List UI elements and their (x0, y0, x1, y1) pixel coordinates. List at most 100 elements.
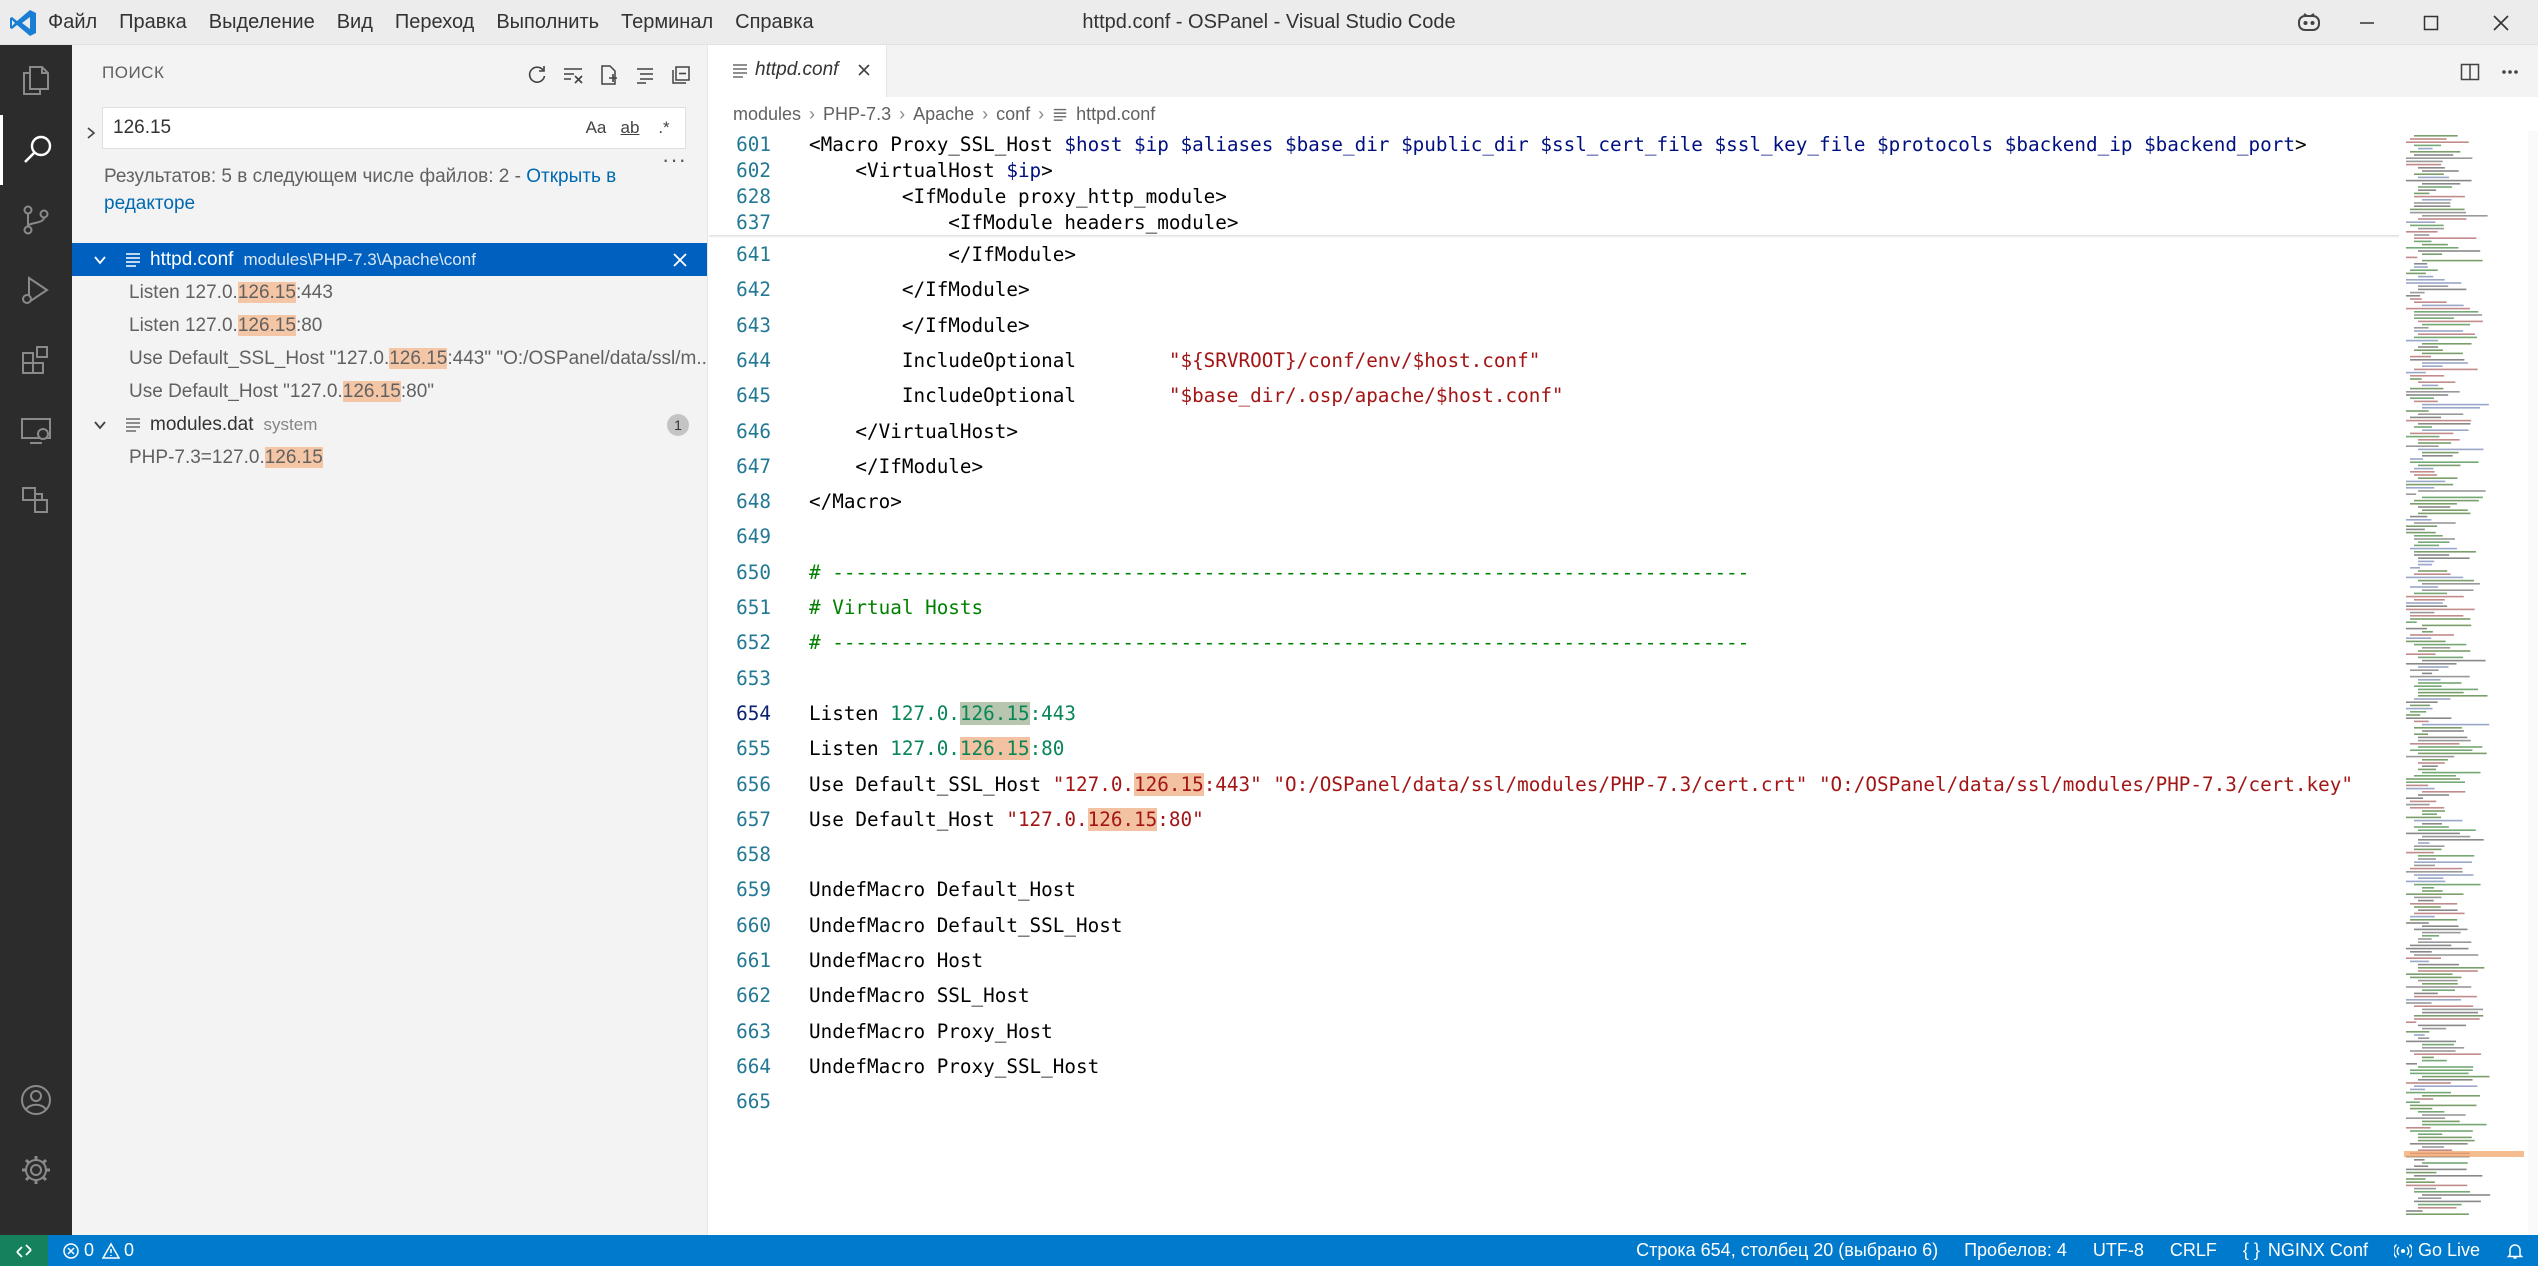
code-line[interactable]: Use Default_Host "127.0.126.15:80" (809, 806, 1204, 834)
clear-results-icon[interactable] (555, 57, 591, 93)
language-mode[interactable]: { } NGINX Conf (2243, 1240, 2368, 1261)
code-line[interactable]: # --------------------------------------… (809, 559, 1749, 587)
indentation[interactable]: Пробелов: 4 (1964, 1240, 2067, 1261)
menu-file[interactable]: Файл (48, 11, 97, 34)
result-file-httpd-conf[interactable]: httpd.conf modules\PHP-7.3\Apache\conf (72, 243, 707, 276)
notifications-bell-icon[interactable] (2506, 1242, 2524, 1260)
breadcrumb-item[interactable]: PHP-7.3 (823, 104, 891, 125)
close-window-button[interactable] (2470, 0, 2532, 45)
tab-httpd-conf[interactable]: httpd.conf (709, 45, 887, 97)
code-line[interactable]: # Virtual Hosts (809, 594, 983, 622)
code-line[interactable]: UndefMacro Proxy_SSL_Host (809, 1053, 1099, 1081)
minimap-line (2422, 659, 2486, 662)
use-regex-toggle[interactable]: .* (647, 112, 681, 144)
minimap-line (2414, 234, 2430, 236)
minimap-line (2414, 311, 2479, 313)
menu-selection[interactable]: Выделение (209, 11, 315, 34)
run-debug-icon[interactable] (0, 255, 72, 325)
code-line[interactable]: Listen 127.0.126.15:443 (809, 700, 1076, 728)
code-line[interactable]: Use Default_SSL_Host "127.0.126.15:443" … (809, 771, 2353, 799)
breadcrumb-item[interactable]: modules (733, 104, 801, 125)
explorer-icon[interactable] (0, 45, 72, 115)
split-editor-icon[interactable] (2450, 55, 2490, 89)
code-line[interactable]: UndefMacro Default_SSL_Host (809, 912, 1122, 940)
vscode-logo-icon[interactable] (8, 8, 38, 38)
code-line[interactable]: </IfModule> (809, 276, 1030, 304)
extensions-icon[interactable] (0, 325, 72, 395)
ports-icon[interactable] (0, 465, 72, 535)
menu-go[interactable]: Переход (395, 11, 474, 34)
result-file-modules-dat[interactable]: modules.dat system 1 (72, 408, 707, 441)
menu-view[interactable]: Вид (337, 11, 373, 34)
source-control-icon[interactable] (0, 185, 72, 255)
menu-terminal[interactable]: Терминал (621, 11, 713, 34)
refresh-icon[interactable] (519, 57, 555, 93)
minimap[interactable] (2404, 131, 2524, 1235)
remote-explorer-icon[interactable] (0, 395, 72, 465)
result-match-5[interactable]: PHP-7.3=127.0.126.15 (72, 441, 707, 474)
code-line[interactable]: Listen 127.0.126.15:80 (809, 735, 1064, 763)
code-line[interactable]: </VirtualHost> (809, 418, 1018, 446)
minimap-line (2414, 237, 2477, 239)
sticky-code-line[interactable]: <IfModule proxy_http_module> (809, 183, 1227, 211)
search-icon[interactable] (0, 115, 72, 185)
sticky-code-line[interactable]: <VirtualHost $ip> (809, 157, 1052, 185)
code-line[interactable]: </Macro> (809, 488, 902, 516)
code-line[interactable]: </IfModule> (809, 312, 1030, 340)
minimap-line (2410, 269, 2438, 271)
new-search-editor-icon[interactable] (591, 57, 627, 93)
result-match-2[interactable]: Listen 127.0.126.15:80 (72, 309, 707, 342)
minimize-button[interactable] (2336, 0, 2398, 45)
problems-indicator[interactable]: 0 0 (62, 1235, 134, 1266)
code-line[interactable]: # --------------------------------------… (809, 629, 1749, 657)
cursor-position[interactable]: Строка 654, столбец 20 (выбрано 6) (1636, 1240, 1938, 1261)
breadcrumb-item[interactable]: Apache (913, 104, 974, 125)
code-line[interactable]: UndefMacro Default_Host (809, 876, 1076, 904)
code-line[interactable]: IncludeOptional "$base_dir/.osp/apache/$… (809, 382, 1564, 410)
sticky-code-line[interactable]: <Macro Proxy_SSL_Host $host $ip $aliases… (809, 131, 2307, 159)
minimap-line (2414, 861, 2472, 863)
breadcrumb-item[interactable]: conf (996, 104, 1030, 125)
code-line[interactable]: IncludeOptional "${SRVROOT}/conf/env/$ho… (809, 347, 1540, 375)
account-icon[interactable] (0, 1065, 72, 1135)
manage-gear-icon[interactable] (0, 1135, 72, 1205)
more-actions-icon[interactable] (2490, 55, 2530, 89)
match-case-toggle[interactable]: Aa (579, 112, 613, 144)
code-line[interactable]: UndefMacro Host (809, 947, 983, 975)
breadcrumb-item[interactable]: httpd.conf (1076, 104, 1155, 125)
menu-help[interactable]: Справка (735, 11, 813, 34)
sticky-code-line[interactable]: <IfModule headers_module> (809, 209, 1238, 237)
chevron-down-icon[interactable] (88, 408, 112, 441)
remote-indicator-icon[interactable] (0, 1235, 48, 1266)
maximize-button[interactable] (2400, 0, 2462, 45)
encoding[interactable]: UTF-8 (2093, 1240, 2144, 1261)
code-line[interactable]: UndefMacro Proxy_Host (809, 1018, 1053, 1046)
copilot-icon[interactable] (2296, 10, 2322, 36)
search-input[interactable] (111, 108, 551, 148)
result-match-1[interactable]: Listen 127.0.126.15:443 (72, 276, 707, 309)
code-editor[interactable]: 601 <Macro Proxy_SSL_Host $host $ip $alia… (709, 131, 2538, 1235)
code-line[interactable]: </IfModule> (809, 241, 1076, 269)
result-match-4[interactable]: Use Default_Host "127.0.126.15:80" (72, 375, 707, 408)
minimap-line (2422, 759, 2448, 761)
toggle-replace-chevron-icon[interactable] (78, 115, 104, 151)
close-tab-icon[interactable] (855, 61, 873, 79)
line-number: 664 (736, 1054, 771, 1078)
match-whole-word-toggle[interactable]: ab (613, 112, 647, 144)
minimap-line (2410, 867, 2463, 870)
dismiss-file-icon[interactable] (671, 243, 689, 276)
code-line[interactable]: UndefMacro SSL_Host (809, 982, 1030, 1010)
minimap-line (2406, 922, 2429, 924)
menu-run[interactable]: Выполнить (496, 11, 599, 34)
code-line[interactable]: </IfModule> (809, 453, 983, 481)
end-of-line[interactable]: CRLF (2170, 1240, 2217, 1261)
result-match-3[interactable]: Use Default_SSL_Host "127.0.126.15:443" … (72, 342, 707, 375)
vertical-scrollbar[interactable] (2528, 131, 2538, 1235)
view-as-tree-icon[interactable] (627, 57, 663, 93)
go-live-button[interactable]: Go Live (2393, 1240, 2480, 1261)
match-before: PHP-7.3=127.0. (129, 447, 265, 468)
minimap-line (2406, 1117, 2446, 1119)
menu-edit[interactable]: Правка (119, 11, 187, 34)
chevron-down-icon[interactable] (88, 243, 112, 276)
collapse-all-icon[interactable] (663, 57, 699, 93)
